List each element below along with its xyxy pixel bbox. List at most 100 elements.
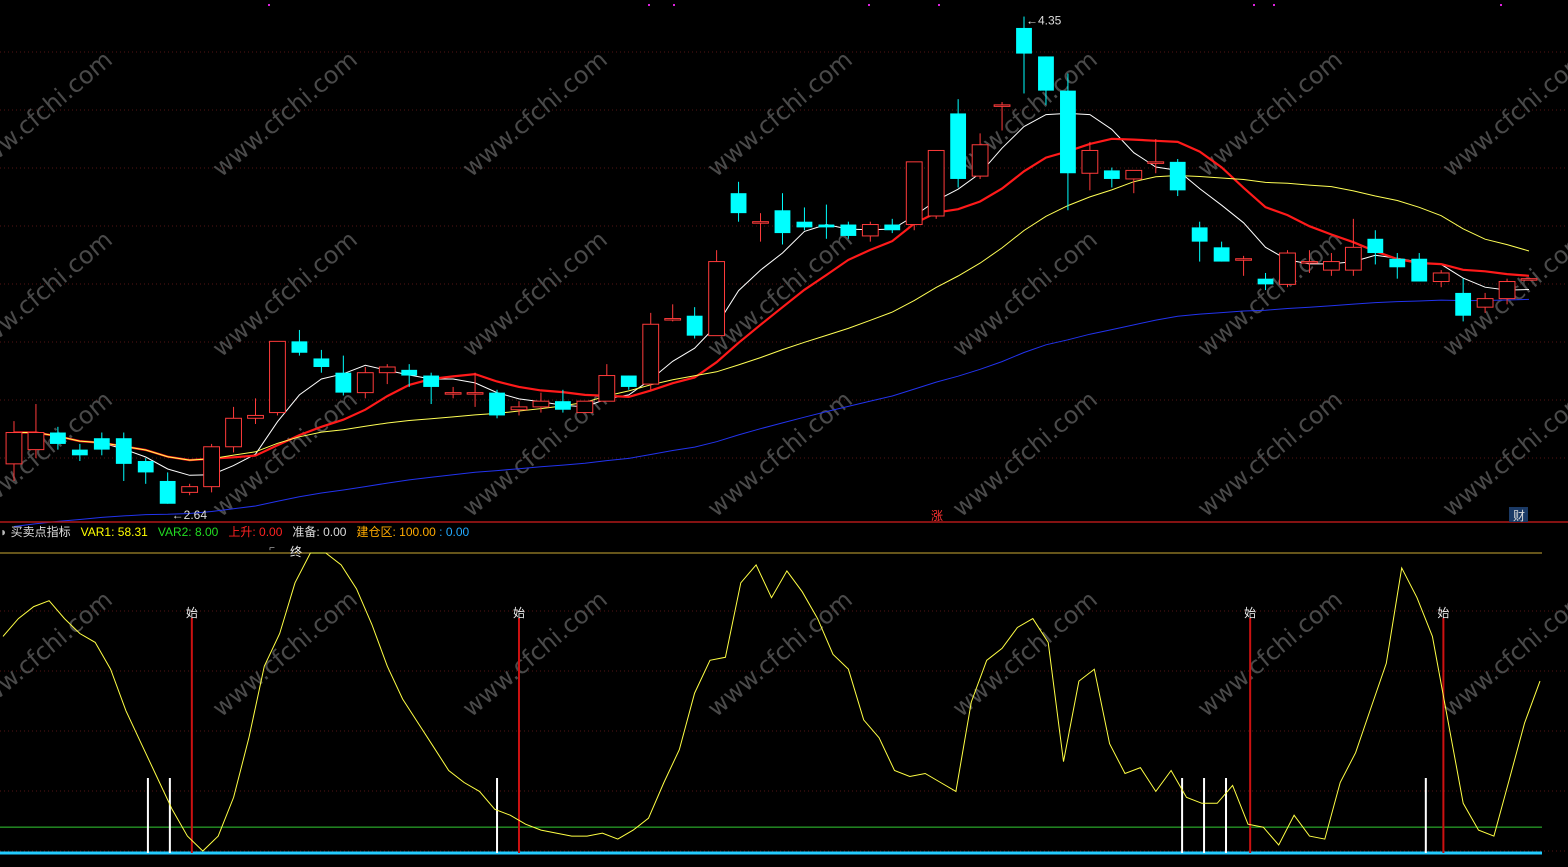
start-label: 始 [1437, 606, 1449, 620]
candle-body [1323, 261, 1340, 271]
candle-body [1191, 227, 1208, 242]
candle [950, 99, 967, 188]
candle-body [1411, 258, 1428, 282]
candle-body [861, 224, 879, 237]
candle-body [884, 224, 901, 231]
candle [1081, 141, 1099, 191]
legend-ready-value: 0.00 [323, 525, 347, 539]
candle [1520, 278, 1538, 281]
candle-body [576, 400, 594, 414]
legend-var1-value: 58.31 [117, 525, 148, 539]
candle-body [181, 486, 199, 493]
candle [642, 312, 660, 390]
candle [708, 250, 726, 337]
candle-body [1520, 278, 1538, 281]
candle-body [1257, 278, 1274, 285]
top-dot [1273, 4, 1275, 6]
candle-body [291, 341, 308, 353]
candle-body [159, 480, 176, 504]
candle [598, 364, 616, 402]
candle-body [1060, 90, 1076, 174]
candle [93, 432, 110, 456]
top-dot [868, 4, 870, 6]
legend-rise-label: 上升: [228, 525, 260, 539]
high-price-label: ←4.35 [1026, 14, 1062, 28]
candle-body [1389, 258, 1406, 268]
candle-body [686, 315, 703, 336]
candle-body [1169, 161, 1186, 191]
candle-body [774, 210, 791, 234]
candle-body [1367, 238, 1384, 254]
candle-body [1016, 27, 1032, 54]
candle [181, 483, 199, 496]
candle [686, 307, 703, 339]
candle-body [466, 392, 484, 395]
top-dot [673, 4, 675, 6]
candle [313, 349, 330, 373]
candle-body [1301, 261, 1318, 264]
candle [730, 181, 747, 222]
candle-body [1279, 252, 1296, 285]
watermark-text: www.cfchi.com [1192, 385, 1348, 522]
watermark-text: www.cfchi.com [947, 385, 1103, 522]
candle [861, 221, 879, 242]
candle-body [203, 446, 220, 488]
top-dot [1500, 4, 1502, 6]
candle [1279, 250, 1296, 288]
candle [1213, 241, 1230, 262]
top-dot [648, 4, 650, 6]
candle-body [27, 432, 45, 451]
candle [796, 207, 813, 231]
legend-extra-label: : [435, 525, 446, 539]
candle-body [598, 375, 616, 402]
legend-build-value: 100.00 [399, 525, 436, 539]
indicator-circle-icon: ◗ [0, 525, 8, 539]
candle [1367, 230, 1384, 265]
candle-body [971, 144, 989, 177]
candle-body [1213, 247, 1230, 262]
legend-ready-label: 准备: [292, 525, 324, 539]
watermark-text: www.cfchi.com [1192, 585, 1348, 722]
candle-body [378, 366, 396, 374]
candle-body [1432, 272, 1450, 283]
marker-zhang: 涨 [931, 508, 943, 523]
candle [1432, 270, 1450, 288]
top-dot [938, 4, 940, 6]
candle-body [444, 392, 462, 395]
candle-body [927, 149, 945, 217]
candle [356, 366, 374, 399]
end-label: 终 [290, 544, 302, 559]
candle-body [532, 400, 550, 408]
candle [335, 355, 352, 396]
candle-body [489, 392, 505, 416]
watermark-text: www.cfchi.com [1437, 385, 1568, 522]
candle-body [1476, 298, 1494, 308]
watermark-text: www.cfchi.com [457, 585, 613, 722]
watermark-text: www.cfchi.com [457, 225, 613, 362]
candle [1169, 159, 1186, 197]
candle-body [1147, 161, 1165, 164]
candle-body [49, 432, 66, 444]
indicator-name: 买卖点指标 [10, 525, 71, 539]
candle-body [269, 340, 286, 414]
watermark-text: www.cfchi.com [457, 45, 613, 182]
candle-body [401, 369, 418, 376]
legend-var2-label: VAR2: [157, 525, 195, 539]
indicator-legend: ◗ 买卖点指标 VAR1: 58.31 VAR2: 8.00 上升: 0.00 … [0, 523, 469, 541]
watermark-text: www.cfchi.com [702, 585, 858, 722]
candle-body [555, 401, 571, 410]
watermark-layer: www.cfchi.com www.cfchi.com www.cfchi.com w… [0, 45, 1568, 722]
candle [1125, 169, 1143, 194]
candle [664, 304, 682, 322]
watermark-text: www.cfchi.com [702, 45, 858, 182]
candle-body [1038, 56, 1054, 91]
watermark-text: www.cfchi.com [702, 225, 858, 362]
candle-body [664, 318, 682, 321]
candle [489, 389, 505, 419]
watermark-text: www.cfchi.com [0, 45, 118, 182]
candle-body [510, 406, 528, 411]
watermark-text: www.cfchi.com [207, 45, 363, 182]
candle-body [1125, 169, 1143, 180]
candle [510, 401, 528, 416]
candle-body [752, 221, 769, 224]
